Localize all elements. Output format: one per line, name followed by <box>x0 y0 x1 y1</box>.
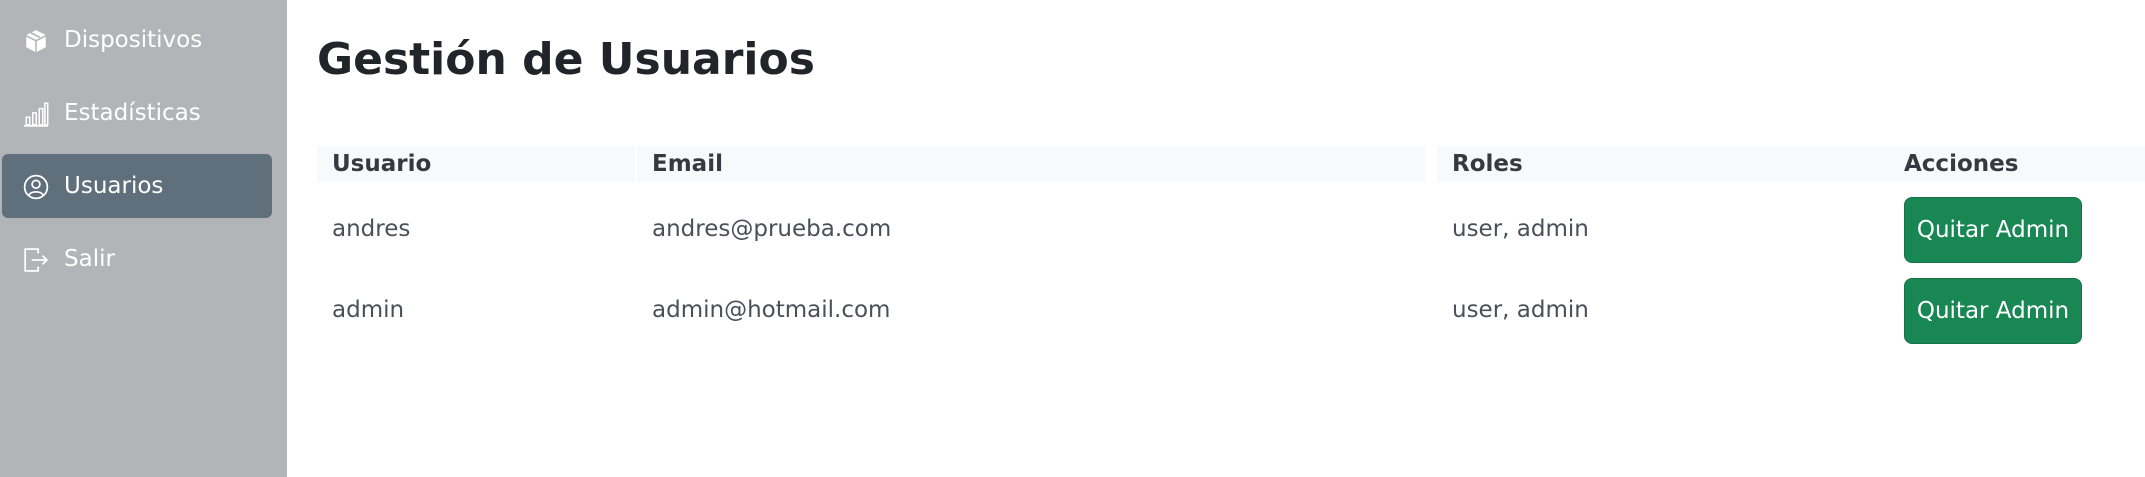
column-header-email: Email <box>637 146 1425 182</box>
cell-usuario: admin <box>332 297 405 323</box>
user-circle-icon <box>23 174 49 200</box>
sidebar-item-estadisticas[interactable]: Estadísticas <box>2 81 272 145</box>
column-header-acciones: Acciones <box>1889 146 2145 182</box>
main-content: Gestión de Usuarios Usuario Email Roles … <box>287 0 2145 477</box>
sidebar-item-label: Usuarios <box>64 173 164 199</box>
box-icon <box>26 30 46 52</box>
cell-roles: user, admin <box>1452 297 1589 323</box>
bar-chart-icon <box>24 102 49 127</box>
cell-email: andres@prueba.com <box>652 216 892 242</box>
sidebar: Dispositivos Estadísticas Usuarios Salir <box>0 0 287 477</box>
sidebar-item-label: Dispositivos <box>64 27 203 53</box>
sidebar-item-label: Estadísticas <box>64 100 201 126</box>
logout-icon <box>24 248 49 272</box>
column-header-usuario: Usuario <box>317 146 635 182</box>
sidebar-item-dispositivos[interactable]: Dispositivos <box>2 8 272 72</box>
column-header-roles: Roles <box>1437 146 1890 182</box>
cell-email: admin@hotmail.com <box>652 297 891 323</box>
quitar-admin-button[interactable]: Quitar Admin <box>1904 197 2082 263</box>
cell-usuario: andres <box>332 216 411 242</box>
sidebar-item-label: Salir <box>64 246 115 272</box>
page-title: Gestión de Usuarios <box>317 34 815 85</box>
cell-roles: user, admin <box>1452 216 1589 242</box>
quitar-admin-button[interactable]: Quitar Admin <box>1904 278 2082 344</box>
sidebar-item-salir[interactable]: Salir <box>2 227 272 291</box>
sidebar-item-usuarios[interactable]: Usuarios <box>2 154 272 218</box>
